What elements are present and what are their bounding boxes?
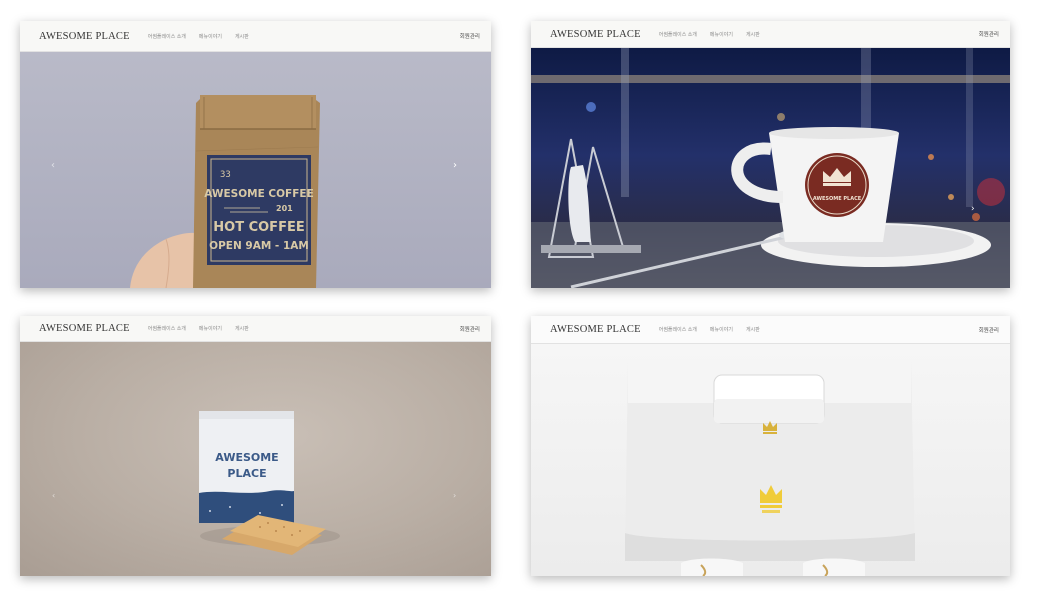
main-menu: 어썸플레이스 소개 메뉴이야기 게시판 (148, 325, 249, 332)
menu-item-about[interactable]: 어썸플레이스 소개 (659, 31, 697, 38)
pouch-label-line1: AWESOME (215, 451, 278, 464)
carrier-box-photo (625, 361, 915, 576)
menu-item-menu-story[interactable]: 메뉴이야기 (199, 325, 222, 332)
bag-label-hot: HOT COFFEE (213, 220, 304, 235)
main-menu: 어썸플레이스 소개 메뉴이야기 게시판 (148, 33, 249, 40)
hero-slide: 33 AWESOME COFFEE 201 HOT COFFEE OPEN 9A… (20, 51, 491, 288)
menu-item-menu-story[interactable]: 메뉴이야기 (710, 326, 733, 333)
coffee-cup-photo: AWESOME PLACE (531, 47, 1010, 288)
top-nav: AWESOME PLACE 어썸플레이스 소개 메뉴이야기 게시판 회원관리 (20, 21, 491, 52)
bag-label-hours: OPEN 9AM - 1AM (209, 240, 309, 252)
chevron-left-icon[interactable]: ‹ (51, 161, 55, 171)
brand-logo[interactable]: AWESOME PLACE (550, 324, 641, 335)
chevron-right-icon[interactable]: › (453, 161, 457, 171)
coffee-pouch-photo: AWESOME PLACE (199, 411, 340, 555)
member-admin-link[interactable]: 회원관리 (460, 32, 480, 40)
hero-slide: AWESOME PLACE ‹ › (20, 341, 491, 576)
chevron-right-icon[interactable]: › (453, 491, 456, 501)
top-nav: AWESOME PLACE 어썸플레이스 소개 메뉴이야기 게시판 회원관리 (531, 316, 1010, 344)
top-nav: AWESOME PLACE 어썸플레이스 소개 메뉴이야기 게시판 회원관리 (20, 316, 491, 342)
member-admin-link[interactable]: 회원관리 (979, 326, 999, 334)
pouch-label-line2: PLACE (227, 467, 266, 480)
screenshot-panel-4: AWESOME PLACE 어썸플레이스 소개 메뉴이야기 게시판 회원관리 (531, 316, 1010, 576)
bag-label-brand: AWESOME COFFEE (204, 188, 314, 200)
member-admin-link[interactable]: 회원관리 (460, 325, 480, 333)
bag-label-number: 33 (220, 170, 231, 180)
main-menu: 어썸플레이스 소개 메뉴이야기 게시판 (659, 31, 760, 38)
chevron-right-icon[interactable]: › (971, 204, 975, 214)
screenshot-panel-3: AWESOME PLACE 어썸플레이스 소개 메뉴이야기 게시판 회원관리 A… (20, 316, 491, 576)
menu-item-menu-story[interactable]: 메뉴이야기 (710, 31, 733, 38)
menu-item-board[interactable]: 게시판 (746, 326, 760, 333)
member-admin-link[interactable]: 회원관리 (979, 30, 999, 38)
brand-logo[interactable]: AWESOME PLACE (39, 31, 130, 42)
menu-item-about[interactable]: 어썸플레이스 소개 (659, 326, 697, 333)
menu-item-about[interactable]: 어썸플레이스 소개 (148, 325, 186, 332)
coffee-bag-photo: 33 AWESOME COFFEE 201 HOT COFFEE OPEN 9A… (130, 95, 320, 288)
cup-logo-text: AWESOME PLACE (813, 196, 862, 202)
hero-slide (531, 343, 1010, 576)
menu-item-board[interactable]: 게시판 (235, 325, 249, 332)
bag-label-num: 201 (276, 204, 293, 213)
chevron-left-icon[interactable]: ‹ (52, 491, 55, 501)
menu-item-menu-story[interactable]: 메뉴이야기 (199, 33, 222, 40)
top-nav: AWESOME PLACE 어썸플레이스 소개 메뉴이야기 게시판 회원관리 (531, 21, 1010, 48)
brand-logo[interactable]: AWESOME PLACE (550, 29, 641, 40)
menu-item-about[interactable]: 어썸플레이스 소개 (148, 33, 186, 40)
brand-logo[interactable]: AWESOME PLACE (39, 323, 130, 334)
main-menu: 어썸플레이스 소개 메뉴이야기 게시판 (659, 326, 760, 333)
screenshot-panel-2: AWESOME PLACE 어썸플레이스 소개 메뉴이야기 게시판 회원관리 A… (531, 21, 1010, 288)
menu-item-board[interactable]: 게시판 (746, 31, 760, 38)
menu-item-board[interactable]: 게시판 (235, 33, 249, 40)
hero-slide: AWESOME PLACE › (531, 47, 1010, 288)
screenshot-panel-1: AWESOME PLACE 어썸플레이스 소개 메뉴이야기 게시판 회원관리 3… (20, 21, 491, 288)
